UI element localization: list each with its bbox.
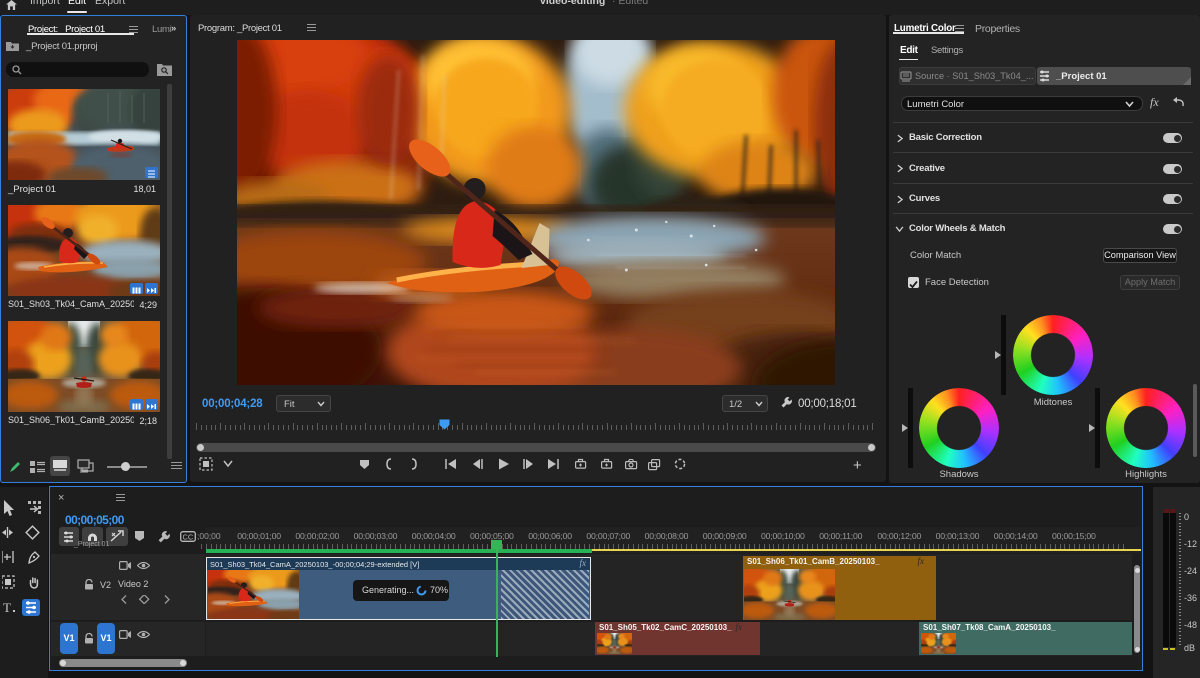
svg-text:T: T [3,600,11,615]
svg-text:CC: CC [183,533,194,542]
